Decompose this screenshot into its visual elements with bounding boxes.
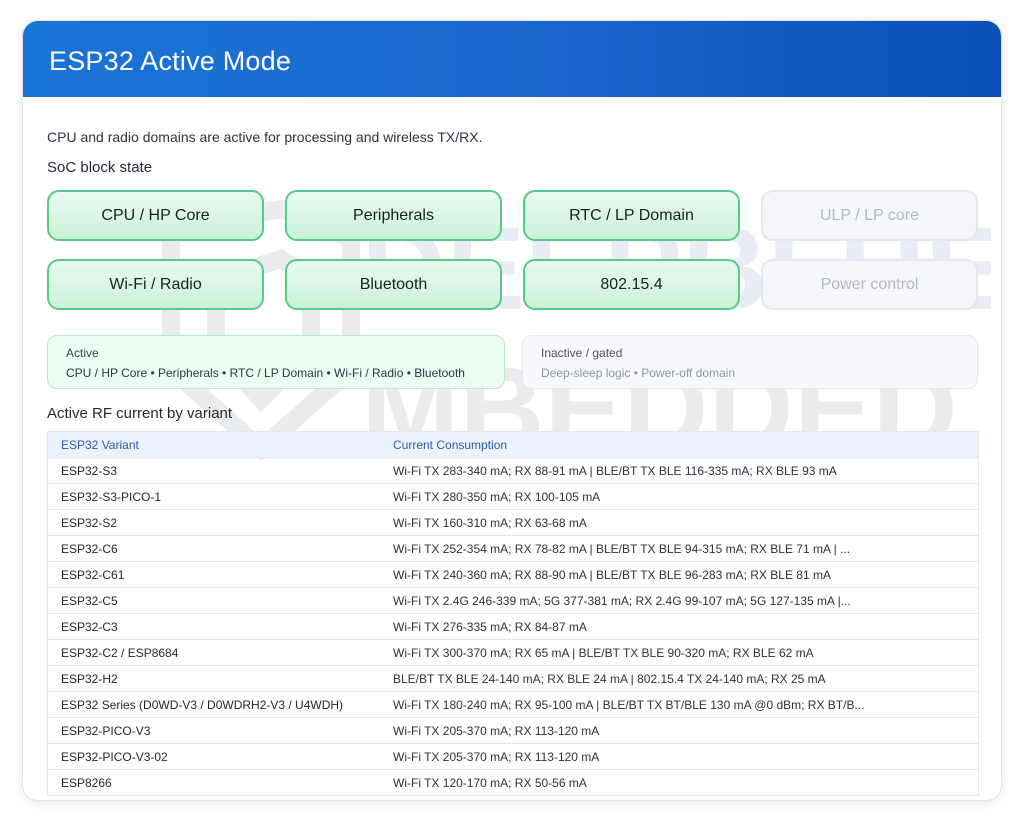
column-header-current: Current Consumption	[393, 437, 508, 452]
variant-cell: ESP32 Series (D0WD-V3 / D0WDRH2-V3 / U4W…	[61, 697, 344, 712]
current-cell: Wi-Fi TX 280-350 mA; RX 100-105 mA	[393, 489, 601, 504]
current-cell: Wi-Fi TX 160-310 mA; RX 63-68 mA	[393, 515, 587, 530]
block-802-15-4: 802.15.4	[523, 259, 740, 310]
table-row: ESP32-PICO-V3 Wi-Fi TX 205-370 mA; RX 11…	[48, 718, 978, 744]
table-row: ESP32-C5 Wi-Fi TX 2.4G 246-339 mA; 5G 37…	[48, 588, 978, 614]
current-cell: Wi-Fi TX 300-370 mA; RX 65 mA | BLE/BT T…	[393, 645, 814, 660]
card: ESP32 Active Mode DEEPBLUE MBEDDED CPU a…	[22, 20, 1002, 801]
variant-cell: ESP32-S3-PICO-1	[61, 489, 162, 504]
variant-cell: ESP32-C3	[61, 619, 118, 634]
table-row: ESP32-S3-PICO-1 Wi-Fi TX 280-350 mA; RX …	[48, 484, 978, 510]
card-header: ESP32 Active Mode	[23, 21, 1001, 97]
current-cell: Wi-Fi TX 120-170 mA; RX 50-56 mA	[393, 775, 587, 790]
legend-inactive-items: Deep-sleep logic • Power-off domain	[541, 366, 736, 380]
mode-description: CPU and radio domains are active for pro…	[47, 129, 483, 145]
table-row: ESP32-C6 Wi-Fi TX 252-354 mA; RX 78-82 m…	[48, 536, 978, 562]
current-cell: Wi-Fi TX 252-354 mA; RX 78-82 mA | BLE/B…	[393, 541, 851, 556]
page-title: ESP32 Active Mode	[49, 46, 292, 76]
variant-cell: ESP32-PICO-V3	[61, 723, 151, 738]
current-cell: Wi-Fi TX 283-340 mA; RX 88-91 mA | BLE/B…	[393, 463, 837, 478]
variant-cell: ESP32-S2	[61, 515, 118, 530]
table-row: ESP32-H2 BLE/BT TX BLE 24-140 mA; RX BLE…	[48, 666, 978, 692]
block-wifi-radio: Wi-Fi / Radio	[47, 259, 264, 310]
table-row: ESP32-C3 Wi-Fi TX 276-335 mA; RX 84-87 m…	[48, 614, 978, 640]
variant-cell: ESP8266	[61, 775, 112, 790]
legend-inactive: Inactive / gated Deep-sleep logic • Powe…	[522, 335, 978, 389]
current-cell: Wi-Fi TX 2.4G 246-339 mA; 5G 377-381 mA;…	[393, 593, 851, 608]
current-cell: BLE/BT TX BLE 24-140 mA; RX BLE 24 mA | …	[393, 671, 826, 686]
legend-active-title: Active	[66, 346, 99, 360]
table-row: ESP32 Series (D0WD-V3 / D0WDRH2-V3 / U4W…	[48, 692, 978, 718]
variant-cell: ESP32-C6	[61, 541, 118, 556]
current-cell: Wi-Fi TX 276-335 mA; RX 84-87 mA	[393, 619, 587, 634]
variant-cell: ESP32-C61	[61, 567, 125, 582]
block-ulp-lp-core: ULP / LP core	[761, 190, 978, 241]
current-cell: Wi-Fi TX 205-370 mA; RX 113-120 mA	[393, 723, 600, 738]
variant-cell: ESP32-C5	[61, 593, 118, 608]
current-cell: Wi-Fi TX 205-370 mA; RX 113-120 mA	[393, 749, 600, 764]
table-header-row: ESP32 Variant Current Consumption	[48, 432, 978, 458]
soc-section-title: SoC block state	[47, 159, 153, 176]
table-row: ESP32-S3 Wi-Fi TX 283-340 mA; RX 88-91 m…	[48, 458, 978, 484]
legend-inactive-title: Inactive / gated	[541, 346, 623, 360]
table-row: ESP32-S2 Wi-Fi TX 160-310 mA; RX 63-68 m…	[48, 510, 978, 536]
current-table: ESP32 Variant Current Consumption ESP32-…	[47, 431, 979, 796]
table-section-title: Active RF current by variant	[47, 405, 233, 422]
table-row: ESP32-PICO-V3-02 Wi-Fi TX 205-370 mA; RX…	[48, 744, 978, 770]
table-row: ESP32-C61 Wi-Fi TX 240-360 mA; RX 88-90 …	[48, 562, 978, 588]
current-cell: Wi-Fi TX 180-240 mA; RX 95-100 mA | BLE/…	[393, 697, 865, 712]
table-row: ESP32-C2 / ESP8684 Wi-Fi TX 300-370 mA; …	[48, 640, 978, 666]
variant-cell: ESP32-S3	[61, 463, 118, 478]
legend-active: Active CPU / HP Core • Peripherals • RTC…	[47, 335, 505, 389]
table-row: ESP8266 Wi-Fi TX 120-170 mA; RX 50-56 mA	[48, 770, 978, 796]
variant-cell: ESP32-C2 / ESP8684	[61, 645, 179, 660]
block-cpu-hp-core: CPU / HP Core	[47, 190, 264, 241]
block-power-control: Power control	[761, 259, 978, 310]
variant-cell: ESP32-H2	[61, 671, 118, 686]
variant-cell: ESP32-PICO-V3-02	[61, 749, 168, 764]
column-header-variant: ESP32 Variant	[61, 437, 139, 452]
block-peripherals: Peripherals	[285, 190, 502, 241]
current-cell: Wi-Fi TX 240-360 mA; RX 88-90 mA | BLE/B…	[393, 567, 831, 582]
block-bluetooth: Bluetooth	[285, 259, 502, 310]
legend-active-items: CPU / HP Core • Peripherals • RTC / LP D…	[66, 366, 465, 380]
block-rtc-lp-domain: RTC / LP Domain	[523, 190, 740, 241]
